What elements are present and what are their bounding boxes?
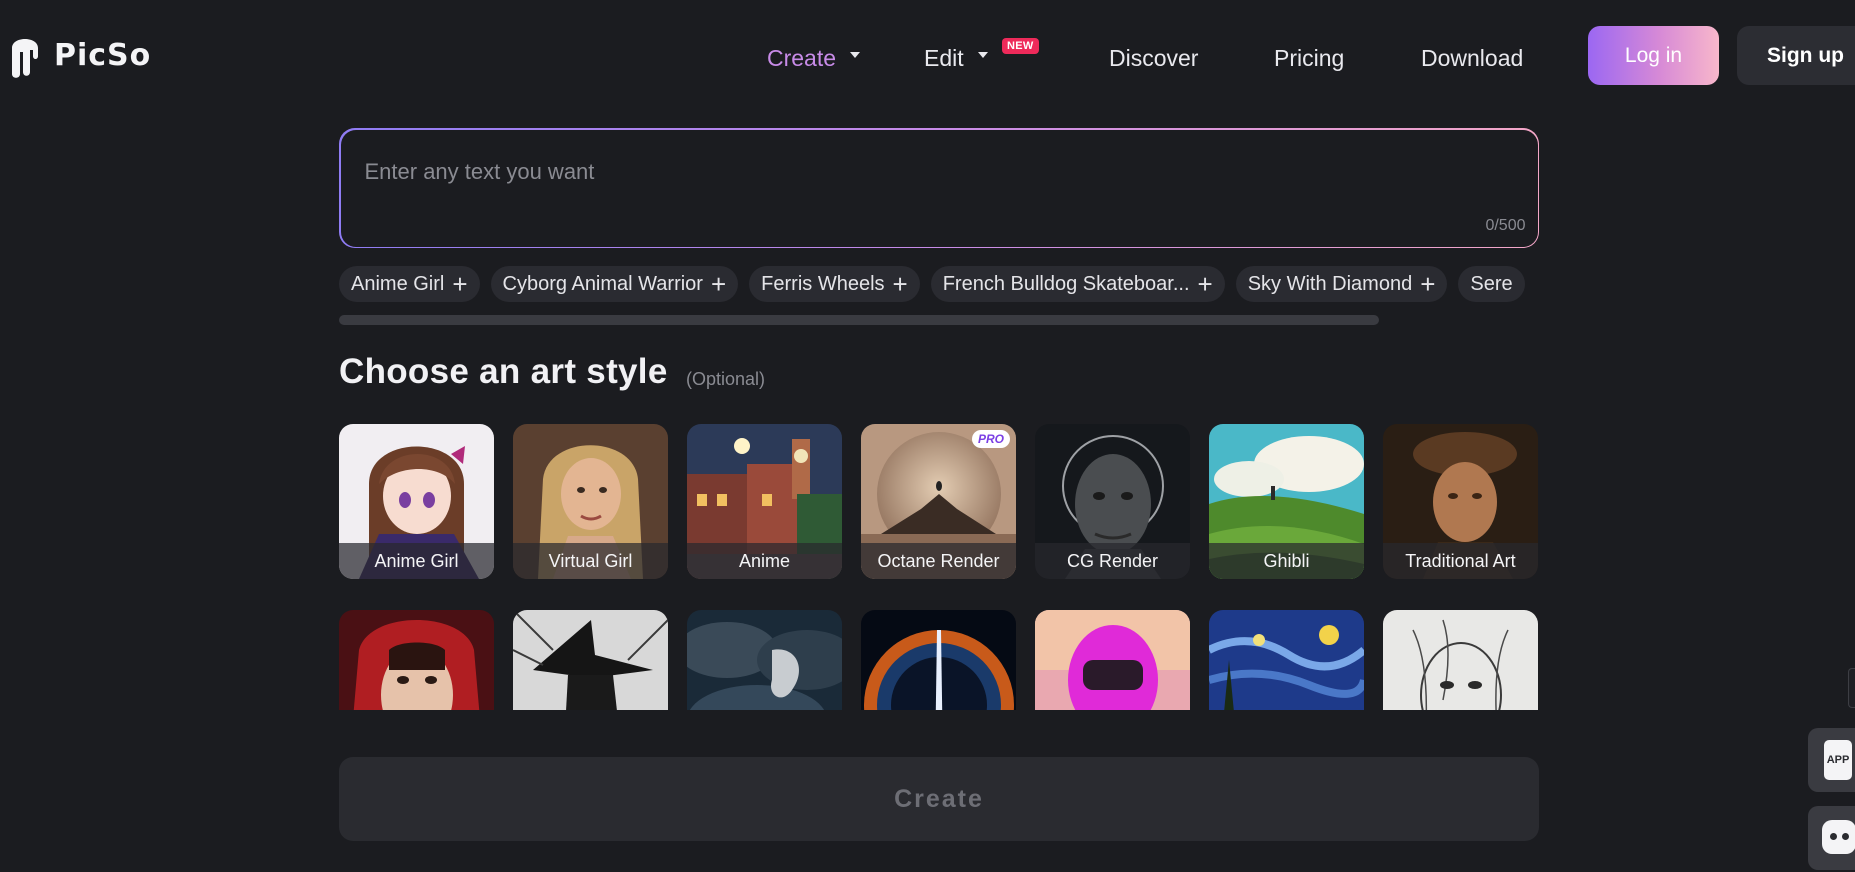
dragon-thumbnail (687, 610, 842, 710)
prompt-box: 0/500 (339, 128, 1539, 248)
phone-icon: APP (1824, 740, 1852, 780)
suggestion-chip[interactable]: Ferris Wheels + (749, 266, 920, 302)
plus-icon: + (1197, 269, 1213, 299)
style-label: CG Render (1035, 543, 1190, 579)
chevron-down-icon (977, 52, 988, 58)
plus-icon: + (1420, 269, 1436, 299)
suggestion-chip[interactable]: Cyborg Animal Warrior + (490, 266, 739, 302)
suggestion-chip[interactable]: Anime Girl + (339, 266, 480, 302)
nav-download-label: Download (1421, 44, 1524, 71)
chip-label: Cyborg Animal Warrior (502, 272, 703, 295)
art-style-grid: Anime Girl Virtual Girl Anime PRO Octane… (339, 424, 1539, 710)
chip-label: Sky With Diamond (1247, 272, 1413, 295)
chip-label: French Bulldog Skateboar... (942, 272, 1190, 295)
nav-edit-label: Edit (924, 44, 964, 71)
nav-download[interactable]: Download (1421, 40, 1523, 76)
style-label: Octane Render (861, 543, 1016, 579)
style-tile-octane-render[interactable]: PRO Octane Render (861, 424, 1016, 579)
nav-edit[interactable]: Edit (924, 40, 988, 76)
style-tile-anime-girl[interactable]: Anime Girl (339, 424, 494, 579)
style-tile-dragon[interactable] (687, 610, 842, 710)
chevron-down-icon (850, 52, 861, 58)
suggestion-chip[interactable]: French Bulldog Skateboar... + (930, 266, 1225, 302)
create-button[interactable]: Create (339, 757, 1539, 841)
style-tile-cosmic[interactable] (861, 610, 1016, 710)
plus-icon: + (452, 269, 468, 299)
cosmic-thumbnail (861, 610, 1016, 710)
style-tile-starry-night[interactable] (1209, 610, 1364, 710)
pro-badge: PRO (971, 430, 1010, 448)
nav-pricing[interactable]: Pricing (1274, 40, 1344, 76)
chip-label: Anime Girl (351, 272, 445, 295)
style-label: Anime (687, 543, 842, 579)
suggestion-chip[interactable]: Sere (1458, 266, 1525, 302)
chip-label: Sere (1470, 272, 1513, 295)
style-tile-ghibli[interactable]: Ghibli (1209, 424, 1364, 579)
style-tile-witch[interactable] (513, 610, 668, 710)
brand-name: PicSo (54, 37, 152, 73)
chat-icon (1822, 820, 1855, 854)
style-label: Virtual Girl (513, 543, 668, 579)
suggestion-chips: Anime Girl + Cyborg Animal Warrior + Ferri… (339, 266, 1539, 304)
style-tile-anime[interactable]: Anime (687, 424, 842, 579)
style-tile-traditional-art[interactable]: Traditional Art (1383, 424, 1538, 579)
signup-button[interactable]: Sign up (1737, 26, 1855, 85)
chat-button[interactable] (1808, 806, 1855, 870)
new-badge: NEW (1002, 38, 1039, 54)
char-counter: 0/500 (1485, 216, 1526, 234)
red-hood-thumbnail (339, 610, 494, 710)
nav-discover-label: Discover (1109, 44, 1199, 71)
chips-scrollbar[interactable] (339, 315, 1379, 325)
style-label: Anime Girl (339, 543, 494, 579)
app-download-button[interactable]: APP (1808, 728, 1855, 792)
optional-hint: (Optional) (686, 369, 766, 389)
prompt-input[interactable] (364, 151, 1465, 192)
art-style-heading: Choose an art style (339, 352, 668, 391)
prompt-box-inner: 0/500 (340, 129, 1538, 247)
top-header: PicSo Create Edit Discover Pricing Downl… (0, 0, 1855, 115)
chip-label: Ferris Wheels (761, 272, 885, 295)
starry-night-thumbnail (1209, 610, 1364, 710)
login-button[interactable]: Log in (1588, 26, 1719, 85)
suggestion-chip[interactable]: Sky With Diamond + (1235, 266, 1448, 302)
plus-icon: + (892, 269, 908, 299)
style-label: Traditional Art (1383, 543, 1538, 579)
witch-thumbnail (513, 610, 668, 710)
style-tile-red-hood[interactable] (339, 610, 494, 710)
nav-create-label: Create (767, 44, 837, 71)
side-panel-tab[interactable] (1848, 668, 1855, 708)
style-tile-pink-helmet[interactable] (1035, 610, 1190, 710)
picso-logo[interactable]: PicSo (8, 30, 151, 80)
style-label: Ghibli (1209, 543, 1364, 579)
sketch-thumbnail (1383, 610, 1538, 710)
nav-create[interactable]: Create (767, 40, 861, 76)
style-tile-cg-render[interactable]: CG Render (1035, 424, 1190, 579)
style-tile-virtual-girl[interactable]: Virtual Girl (513, 424, 668, 579)
nav-discover[interactable]: Discover (1109, 40, 1198, 76)
style-tile-sketch[interactable] (1383, 610, 1538, 710)
plus-icon: + (710, 269, 727, 299)
picso-logo-icon (12, 39, 38, 78)
pink-helmet-thumbnail (1035, 610, 1190, 710)
nav-pricing-label: Pricing (1274, 44, 1345, 71)
